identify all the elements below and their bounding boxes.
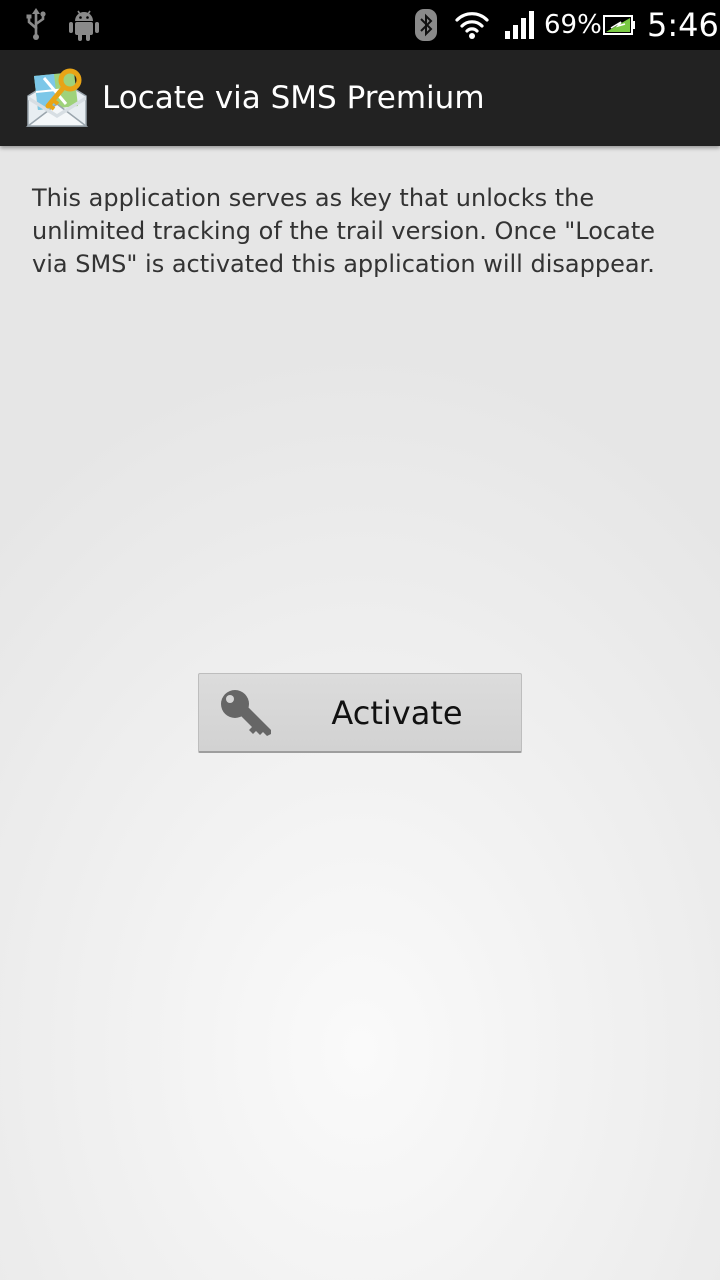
signal-icon [502,0,538,50]
android-icon [66,0,102,50]
battery-percent: 69% [544,10,602,40]
app-icon[interactable] [24,66,90,132]
key-icon [219,688,273,740]
battery-charging-icon [602,0,636,50]
status-bar: 69% 5:46 [0,0,720,50]
activate-button[interactable]: Activate [198,673,522,753]
app-title: Locate via SMS Premium [102,80,485,116]
activate-button-label: Activate [331,693,463,732]
bluetooth-icon [412,0,440,50]
description-text: This application serves as key that unlo… [32,184,655,278]
usb-icon [22,0,50,50]
action-bar: Locate via SMS Premium [0,50,720,146]
clock: 5:46 [647,6,719,44]
wifi-icon [452,0,492,50]
